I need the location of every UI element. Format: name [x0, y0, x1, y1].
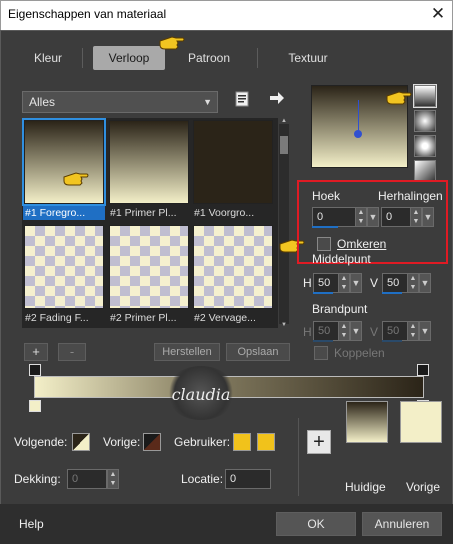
- scrollbar-thumb[interactable]: [280, 136, 288, 154]
- swatch-label: #1 Voorgro...: [194, 207, 255, 219]
- next-label: Volgende:: [14, 435, 68, 449]
- opacity-input[interactable]: 0: [67, 469, 107, 489]
- center-h-input[interactable]: 50: [313, 273, 339, 293]
- chevron-down-icon[interactable]: ▼: [419, 321, 431, 341]
- location-label: Locatie:: [181, 472, 224, 486]
- linear-style-icon[interactable]: [413, 84, 437, 108]
- watermark-text: claudia: [171, 385, 231, 404]
- help-link[interactable]: Help: [19, 517, 44, 531]
- focal-v-input[interactable]: 50: [382, 321, 408, 341]
- link-checkbox[interactable]: [314, 346, 328, 360]
- swatch-label: #1 Foregro...: [23, 206, 105, 220]
- scroll-down-icon[interactable]: ▼: [279, 322, 289, 328]
- opacity-spinner-icon[interactable]: ▲ ▼: [107, 469, 119, 489]
- center-h-slider[interactable]: [313, 292, 333, 294]
- radial-style-icon[interactable]: [414, 160, 436, 182]
- opacity-label: Dekking:: [14, 472, 61, 486]
- tab-separator: [257, 48, 258, 68]
- stop-marker-top[interactable]: [417, 364, 429, 376]
- pointing-hand-icon: [159, 36, 185, 50]
- category-value: Alles: [29, 95, 56, 109]
- previous-label: Vorige: [406, 480, 441, 494]
- scroll-up-icon[interactable]: ▲: [279, 118, 289, 124]
- focal-v-slider[interactable]: [382, 340, 402, 342]
- center-v-slider[interactable]: [382, 292, 402, 294]
- swatch-label: #2 Primer Pl...: [110, 312, 177, 324]
- tab-kleur[interactable]: Kleur: [20, 46, 76, 70]
- focal-v-label: V: [370, 325, 379, 339]
- rectangular-style-icon[interactable]: [414, 110, 436, 132]
- focal-h-label: H: [303, 325, 312, 339]
- cancel-button[interactable]: Annuleren: [362, 512, 442, 536]
- close-icon[interactable]: ✕: [428, 4, 448, 24]
- vertical-divider: [298, 418, 299, 496]
- save-button[interactable]: Opslaan: [226, 343, 290, 361]
- focal-label: Brandpunt: [312, 302, 368, 316]
- next-swatch[interactable]: [72, 433, 90, 451]
- arrow-right-icon[interactable]: [268, 90, 286, 106]
- center-handle[interactable]: [354, 130, 362, 138]
- focal-h-slider[interactable]: [313, 340, 333, 342]
- reset-button[interactable]: Herstellen: [154, 343, 220, 361]
- add-to-palette-button[interactable]: +: [307, 430, 331, 454]
- swatch-label: #1 Primer Pl...: [110, 207, 177, 219]
- sunburst-style-icon[interactable]: [414, 135, 436, 157]
- pointing-hand-icon: [386, 91, 412, 105]
- library-scrollbar[interactable]: [279, 124, 289, 324]
- center-h-spinner-icon[interactable]: ▲ ▼: [338, 273, 350, 293]
- gradient-swatch[interactable]: [193, 120, 273, 204]
- user-label: Gebruiker:: [174, 435, 231, 449]
- tab-separator: [82, 48, 83, 68]
- focal-v-spinner-icon[interactable]: ▲ ▼: [407, 321, 419, 341]
- stop-marker-top[interactable]: [29, 364, 41, 376]
- focal-h-input[interactable]: 50: [313, 321, 339, 341]
- chevron-down-icon[interactable]: ▼: [350, 321, 362, 341]
- swatch-label: #2 Vervage...: [194, 312, 256, 324]
- window-title: Eigenschappen van materiaal: [8, 7, 167, 21]
- link-label[interactable]: Koppelen: [334, 346, 385, 360]
- center-v-label: V: [370, 276, 379, 290]
- center-v-input[interactable]: 50: [382, 273, 408, 293]
- gradient-swatch[interactable]: [193, 225, 273, 309]
- chevron-down-icon[interactable]: ▼: [350, 273, 362, 293]
- center-h-label: H: [303, 276, 312, 290]
- pointing-hand-icon: [63, 172, 89, 186]
- center-label: Middelpunt: [312, 252, 371, 266]
- focal-h-spinner-icon[interactable]: ▲ ▼: [338, 321, 350, 341]
- current-label: Huidige: [345, 480, 386, 494]
- user-swatch[interactable]: [233, 433, 251, 451]
- gradient-swatch[interactable]: [24, 225, 104, 309]
- gradient-swatch[interactable]: [109, 225, 189, 309]
- user-swatch[interactable]: [257, 433, 275, 451]
- location-input[interactable]: 0: [225, 469, 271, 489]
- angle-handle[interactable]: [358, 100, 359, 132]
- tab-verloop[interactable]: Verloop: [93, 46, 165, 70]
- prev-label: Vorige:: [103, 435, 141, 449]
- stop-marker-bottom[interactable]: [29, 400, 41, 412]
- current-swatch: [346, 401, 388, 443]
- chevron-down-icon[interactable]: ▼: [419, 273, 431, 293]
- category-dropdown[interactable]: Alles ▼: [22, 91, 218, 113]
- tab-textuur[interactable]: Textuur: [272, 46, 344, 70]
- document-list-icon[interactable]: [234, 91, 250, 107]
- add-stop-button[interactable]: +: [24, 343, 48, 361]
- prev-swatch[interactable]: [143, 433, 161, 451]
- center-v-spinner-icon[interactable]: ▲ ▼: [407, 273, 419, 293]
- chevron-down-icon: ▼: [203, 97, 212, 107]
- gradient-swatch[interactable]: [22, 118, 106, 206]
- previous-swatch[interactable]: [400, 401, 442, 443]
- ok-button[interactable]: OK: [276, 512, 356, 536]
- remove-stop-button[interactable]: -: [58, 343, 86, 361]
- swatch-label: #2 Fading F...: [25, 312, 89, 324]
- gradient-swatch[interactable]: [109, 120, 189, 204]
